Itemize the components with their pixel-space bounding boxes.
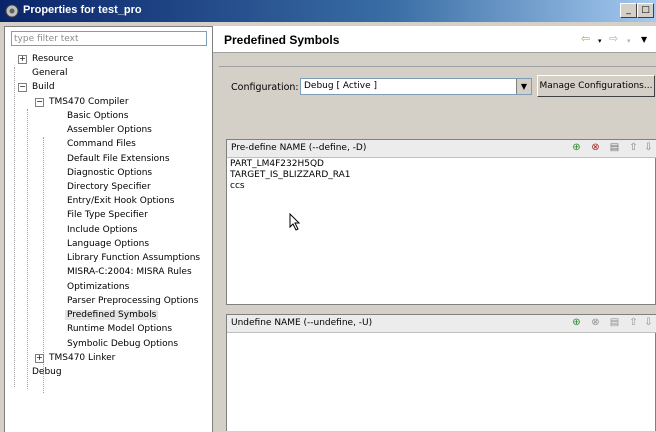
tree-item-directory-specifier[interactable]: Directory Specifier bbox=[67, 180, 151, 194]
window-title: Properties for test_pro bbox=[23, 4, 142, 16]
add-icon[interactable]: ⊕ bbox=[570, 141, 583, 154]
view-menu-icon[interactable]: ▼ bbox=[641, 33, 647, 47]
tree-item-include-options[interactable]: Include Options bbox=[67, 223, 137, 237]
minimize-button[interactable]: _ bbox=[620, 3, 637, 18]
page-title: Predefined Symbols bbox=[224, 33, 340, 47]
title-bar: Properties for test_pro _ □ bbox=[0, 0, 656, 22]
maximize-button[interactable]: □ bbox=[637, 3, 654, 18]
tree-item-library-function-assumptions[interactable]: Library Function Assumptions bbox=[67, 251, 200, 265]
tree-item-symbolic-debug-options[interactable]: Symbolic Debug Options bbox=[67, 337, 178, 351]
predefine-toolbar: ⊕ ⊗ ▤ ⇧ ⇩ bbox=[564, 141, 655, 156]
tree-item-label: Parser Preprocessing Options bbox=[67, 296, 199, 306]
undefine-toolbar: ⊕ ⊗ ▤ ⇧ ⇩ bbox=[564, 316, 655, 331]
configuration-select[interactable]: Debug [ Active ] ▼ bbox=[300, 78, 532, 95]
tree-item-default-file-extensions[interactable]: Default File Extensions bbox=[67, 152, 170, 166]
tree-item-optimizations[interactable]: Optimizations bbox=[67, 280, 129, 294]
property-page: Predefined Symbols ⇦ ▾ ⇨ ▾ ▼ Configurati… bbox=[213, 26, 656, 431]
tree-item-label: Basic Options bbox=[67, 111, 129, 121]
tree-item-label: Optimizations bbox=[67, 282, 130, 292]
list-item[interactable]: TARGET_IS_BLIZZARD_RA1 bbox=[230, 170, 351, 181]
tree-item-general[interactable]: General bbox=[17, 66, 67, 80]
collapse-icon[interactable]: − bbox=[18, 83, 27, 92]
tree-item-basic-options[interactable]: Basic Options bbox=[67, 109, 128, 123]
predefine-list: PART_LM4F232H5QD TARGET_IS_BLIZZARD_RA1 … bbox=[230, 159, 351, 192]
tree-item-label: TMS470 Linker bbox=[49, 353, 116, 363]
tree-item-label: Diagnostic Options bbox=[67, 168, 153, 178]
tree-item-label: Predefined Symbols bbox=[65, 310, 159, 320]
move-up-icon[interactable]: ⇧ bbox=[627, 141, 640, 154]
undefine-panel-header: Undefine NAME (--undefine, -U) ⊕ ⊗ ▤ ⇧ ⇩ bbox=[227, 315, 656, 333]
tree-item-tms470-linker[interactable]: + TMS470 Linker bbox=[35, 351, 115, 365]
tree-item-command-files[interactable]: Command Files bbox=[67, 137, 136, 151]
forward-menu-chevron-icon[interactable]: ▾ bbox=[627, 34, 631, 48]
manage-configurations-button[interactable]: Manage Configurations... bbox=[537, 75, 655, 97]
tree-item-label: File Type Specifier bbox=[67, 210, 148, 220]
tree-item-debug[interactable]: Debug bbox=[17, 365, 62, 379]
back-menu-chevron-icon[interactable]: ▾ bbox=[598, 34, 602, 48]
back-arrow-icon[interactable]: ⇦ bbox=[581, 32, 590, 46]
tree-item-label: MISRA-C:2004: MISRA Rules bbox=[67, 267, 192, 277]
tree-item-diagnostic-options[interactable]: Diagnostic Options bbox=[67, 166, 152, 180]
list-item[interactable]: PART_LM4F232H5QD bbox=[230, 159, 351, 170]
tree-item-label: Build bbox=[32, 82, 55, 92]
tree-item-label: Entry/Exit Hook Options bbox=[67, 196, 175, 206]
expand-icon[interactable]: + bbox=[35, 354, 44, 363]
configuration-label: Configuration: bbox=[231, 82, 299, 93]
move-down-icon[interactable]: ⇩ bbox=[642, 316, 655, 329]
undefine-panel: Undefine NAME (--undefine, -U) ⊕ ⊗ ▤ ⇧ ⇩ bbox=[226, 314, 656, 431]
tree-item-label: Default File Extensions bbox=[67, 154, 170, 164]
tree-item-label: General bbox=[32, 68, 68, 78]
tree-item-runtime-model-options[interactable]: Runtime Model Options bbox=[67, 322, 172, 336]
predefine-panel-label: Pre-define NAME (--define, -D) bbox=[231, 143, 367, 153]
tree-item-label: Runtime Model Options bbox=[67, 324, 173, 334]
predefine-panel-header: Pre-define NAME (--define, -D) ⊕ ⊗ ▤ ⇧ ⇩ bbox=[227, 140, 656, 158]
properties-app-icon bbox=[5, 4, 19, 18]
collapse-icon[interactable]: − bbox=[35, 98, 44, 107]
delete-icon[interactable]: ⊗ bbox=[589, 141, 602, 154]
tree-item-parser-preprocessing-options[interactable]: Parser Preprocessing Options bbox=[67, 294, 198, 308]
move-down-icon[interactable]: ⇩ bbox=[642, 141, 655, 154]
property-tree-pane: type filter text + Resource General − Bu… bbox=[4, 26, 213, 432]
tree-item-misra-rules[interactable]: MISRA-C:2004: MISRA Rules bbox=[67, 265, 192, 279]
tree-item-label: Assembler Options bbox=[67, 125, 152, 135]
tree-item-resource[interactable]: + Resource bbox=[17, 52, 73, 66]
tree-item-build[interactable]: − Build bbox=[17, 80, 55, 94]
tree-item-label: Include Options bbox=[67, 225, 138, 235]
configuration-value: Debug [ Active ] bbox=[304, 81, 378, 91]
tree-item-label: Symbolic Debug Options bbox=[67, 339, 179, 349]
tree-item-label: Debug bbox=[32, 367, 62, 377]
list-item[interactable]: ccs bbox=[230, 181, 351, 192]
tree-item-predefined-symbols[interactable]: Predefined Symbols bbox=[65, 308, 159, 322]
filter-input[interactable]: type filter text bbox=[11, 31, 207, 46]
configuration-group-border bbox=[219, 66, 656, 68]
undefine-panel-label: Undefine NAME (--undefine, -U) bbox=[231, 318, 373, 328]
move-up-icon[interactable]: ⇧ bbox=[627, 316, 640, 329]
tree-item-file-type-specifier[interactable]: File Type Specifier bbox=[67, 208, 148, 222]
tree-item-entry-exit-hook-options[interactable]: Entry/Exit Hook Options bbox=[67, 194, 174, 208]
mouse-pointer-icon bbox=[289, 213, 301, 231]
forward-arrow-icon[interactable]: ⇨ bbox=[609, 32, 618, 46]
dropdown-arrow-icon[interactable]: ▼ bbox=[516, 79, 531, 94]
tree-item-label: Directory Specifier bbox=[67, 182, 151, 192]
tree-item-label: Command Files bbox=[67, 139, 136, 149]
delete-icon[interactable]: ⊗ bbox=[589, 316, 602, 329]
edit-icon[interactable]: ▤ bbox=[608, 316, 621, 329]
tree-item-label: Library Function Assumptions bbox=[67, 253, 201, 263]
edit-icon[interactable]: ▤ bbox=[608, 141, 621, 154]
tree-item-language-options[interactable]: Language Options bbox=[67, 237, 149, 251]
tree-item-tms470-compiler[interactable]: − TMS470 Compiler bbox=[35, 95, 129, 109]
add-icon[interactable]: ⊕ bbox=[570, 316, 583, 329]
expand-icon[interactable]: + bbox=[18, 55, 27, 64]
tree-item-label: Language Options bbox=[67, 239, 150, 249]
page-header: Predefined Symbols ⇦ ▾ ⇨ ▾ ▼ bbox=[213, 26, 656, 53]
tree-item-label: TMS470 Compiler bbox=[49, 97, 129, 107]
tree-item-assembler-options[interactable]: Assembler Options bbox=[67, 123, 152, 137]
tree-item-label: Resource bbox=[32, 54, 74, 64]
